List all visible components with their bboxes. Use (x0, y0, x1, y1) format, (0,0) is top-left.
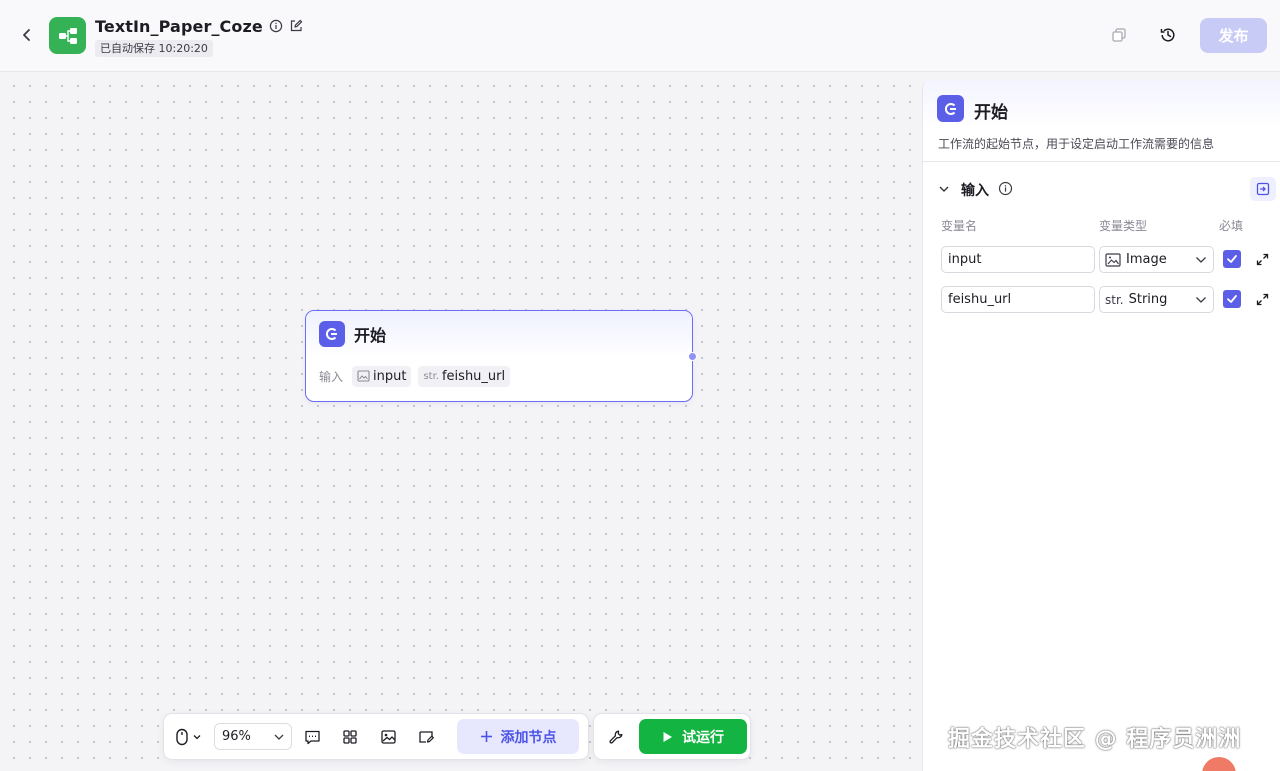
image-icon (1105, 252, 1121, 267)
chevron-down-icon (1196, 256, 1206, 263)
check-icon (1227, 295, 1237, 303)
chevron-left-icon (23, 29, 30, 41)
app-logo (49, 17, 86, 54)
node-config-panel: 开始 工作流的起始节点，用于设定启动工作流需要的信息 输入 变量名 变量类型 必… (922, 80, 1280, 771)
chevron-down-icon (1196, 296, 1206, 303)
comment-button[interactable] (301, 726, 323, 748)
chevron-down-icon[interactable] (937, 182, 951, 196)
image-icon (357, 370, 370, 382)
watermark: 掘金技术社区 @ 程序员洲洲 (948, 727, 1242, 752)
copy-button[interactable] (1108, 24, 1130, 46)
panel-title: 开始 (974, 103, 1008, 123)
start-node-title: 开始 (354, 326, 387, 345)
required-checkbox[interactable] (1223, 290, 1241, 308)
variable-type-value: Image (1126, 252, 1167, 267)
chip-type: str. (423, 370, 439, 382)
wrench-icon (608, 730, 622, 744)
variable-name-input[interactable] (941, 286, 1095, 313)
output-port[interactable] (688, 352, 697, 361)
minimap-button[interactable] (377, 726, 399, 748)
workflow-icon (58, 27, 77, 44)
run-toolbar: 试运行 (593, 713, 751, 760)
start-node-inputs: 输入 input str. feishu_url (306, 357, 692, 395)
app-title: TextIn_Paper_Coze (95, 16, 263, 36)
back-button[interactable] (16, 24, 38, 46)
start-node[interactable]: 开始 输入 input str. feishu_url (305, 310, 697, 402)
panel-description: 工作流的起始节点，用于设定启动工作流需要的信息 (938, 137, 1215, 151)
expand-icon (1256, 253, 1269, 266)
check-icon (1227, 255, 1237, 263)
input-chip: input (352, 365, 412, 387)
top-header: TextIn_Paper_Coze 已自动保存 10:20:20 发布 (0, 0, 1280, 72)
column-header-type: 变量类型 (1099, 219, 1148, 233)
autosave-status: 已自动保存 10:20:20 (95, 40, 213, 57)
feishu-url-chip: str. feishu_url (418, 365, 511, 387)
panel-header: 开始 工作流的起始节点，用于设定启动工作流需要的信息 (923, 80, 1280, 162)
variable-name-input[interactable] (941, 246, 1095, 273)
variable-type-value: String (1128, 292, 1168, 307)
chevron-down-icon (193, 735, 201, 740)
zoom-value: 96% (222, 729, 251, 744)
image-icon (380, 730, 396, 744)
input-label: 输入 (319, 369, 344, 384)
variable-type-select[interactable]: Image (1099, 246, 1214, 273)
add-node-button[interactable]: 添加节点 (457, 719, 579, 754)
edit-icon[interactable] (289, 19, 303, 33)
interaction-mode-button[interactable] (175, 726, 207, 748)
play-icon (663, 731, 672, 742)
column-header-required: 必填 (1219, 219, 1244, 233)
variable-type-prefix: str. (1105, 292, 1124, 307)
grid-icon (343, 730, 357, 744)
title-area: TextIn_Paper_Coze 已自动保存 10:20:20 (95, 15, 303, 57)
bottom-toolbar: 96% 添加节点 (163, 713, 589, 760)
add-input-button[interactable] (1250, 177, 1276, 201)
chevron-down-icon (274, 734, 284, 740)
history-button[interactable] (1157, 24, 1179, 46)
info-icon[interactable] (998, 181, 1013, 196)
plus-icon (480, 731, 492, 742)
zoom-select[interactable]: 96% (214, 723, 292, 750)
input-section-title[interactable]: 输入 (961, 180, 989, 200)
copy-icon (1112, 28, 1126, 42)
layout-button[interactable] (339, 726, 361, 748)
comment-icon (304, 730, 320, 744)
expand-button[interactable] (1255, 252, 1270, 267)
test-run-button[interactable]: 试运行 (639, 719, 747, 754)
debug-tools-button[interactable] (605, 726, 627, 748)
start-node-header: 开始 (306, 311, 692, 357)
note-icon (418, 731, 434, 743)
add-node-label: 添加节点 (500, 729, 557, 746)
publish-button[interactable]: 发布 (1200, 18, 1267, 53)
start-icon (326, 328, 337, 340)
start-node-icon (319, 321, 345, 347)
mouse-icon (176, 728, 188, 746)
chip-name: feishu_url (441, 368, 506, 384)
info-icon[interactable] (269, 19, 283, 33)
expand-button[interactable] (1255, 292, 1270, 307)
workflow-canvas[interactable]: 开始 输入 input str. feishu_url (0, 72, 922, 771)
history-icon (1160, 28, 1175, 42)
column-header-name: 变量名 (941, 219, 978, 233)
test-run-label: 试运行 (682, 729, 724, 746)
variable-type-select[interactable]: str. String (1099, 286, 1214, 313)
chip-name: input (373, 368, 407, 384)
add-variable-icon (1256, 182, 1270, 196)
note-button[interactable] (415, 726, 437, 748)
panel-node-icon (937, 95, 964, 122)
required-checkbox[interactable] (1223, 250, 1241, 268)
start-icon (944, 102, 956, 115)
expand-icon (1256, 293, 1269, 306)
